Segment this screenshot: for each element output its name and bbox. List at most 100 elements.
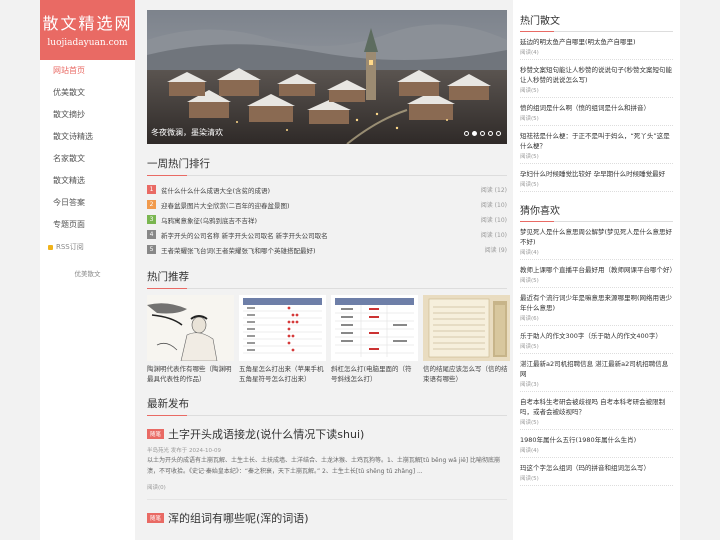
ranking-title[interactable]: 新字开头的公司名称 新字开头公司取名 新字开头公司取名 — [161, 230, 481, 240]
slider-dot[interactable] — [464, 131, 469, 136]
ranking-title[interactable]: 迎春盆景图片大全欣赏(二百年的迎春盆景图) — [161, 200, 481, 210]
post-item: 随笔 土字开头成语接龙(说什么情况下读shui) 半岛苑光 发布于 2024-1… — [147, 426, 507, 500]
ranking-item[interactable]: 3 乌鸦寓意象征(乌鸦到底吉不吉祥) 阅读 (10) — [147, 212, 507, 227]
list-item-reads: 阅读(5) — [520, 88, 539, 94]
star-symbols-table-image — [239, 295, 326, 361]
recommend-card[interactable]: 陶渊明代表作有哪些（陶渊明最具代表性的作品） — [147, 295, 234, 384]
recommend-card[interactable]: 信的结尾应该怎么写（信的结束语有哪些） — [423, 295, 510, 384]
card-thumbnail[interactable] — [331, 295, 418, 361]
list-item[interactable]: 1980年属什么五行(1980年属什么生肖) 阅读(4) — [520, 430, 673, 458]
card-title[interactable]: 五角星怎么打出来（苹果手机五角星符号怎么打出来） — [239, 364, 326, 384]
hot-articles-list: 延边的明太鱼产自哪里(明太鱼产自哪里) 阅读(4) 秒赞文案短句能让人秒赞的说说句… — [520, 32, 673, 192]
rank-number: 1 — [147, 185, 156, 194]
list-item-title[interactable]: 1980年属什么五行(1980年属什么生肖) — [520, 435, 673, 445]
list-item-title[interactable]: 愤的组词是什么啊（愤的组词是什么和拼音） — [520, 103, 673, 113]
list-item-title[interactable]: 玛这个字怎么组词（玛的拼音和组词怎么写） — [520, 463, 673, 473]
nav-item-home[interactable]: 网站首页 — [40, 60, 135, 82]
list-item-title[interactable]: 湛江最新a2司机招聘信息 湛江最新a2司机招聘信息网 — [520, 359, 673, 379]
site-logo[interactable]: 散文精选网 luojiadayuan.com — [40, 0, 135, 60]
slider-caption: 冬夜微澜，墨染清欢 — [151, 128, 223, 137]
nav-item-topics[interactable]: 专题页面 — [40, 214, 135, 236]
list-item-reads: 阅读(5) — [520, 278, 539, 284]
rank-number: 3 — [147, 215, 156, 224]
ranking-item[interactable]: 2 迎春盆景图片大全欣赏(二百年的迎春盆景图) 阅读 (10) — [147, 197, 507, 212]
sidebar-footer-link[interactable]: 优美散文 — [40, 268, 135, 278]
nav-item-selected-prose[interactable]: 散文精选 — [40, 170, 135, 192]
card-title[interactable]: 斜杠怎么打(电脑里面的（符号斜线怎么打） — [331, 364, 418, 384]
nav-item-excerpts[interactable]: 散文摘抄 — [40, 104, 135, 126]
ink-painting-image — [147, 295, 234, 361]
recommend-card[interactable]: 斜杠怎么打(电脑里面的（符号斜线怎么打） — [331, 295, 418, 384]
list-item[interactable]: 玛这个字怎么组词（玛的拼音和组词怎么写） 阅读(5) — [520, 458, 673, 486]
site-domain: luojiadayuan.com — [47, 38, 128, 48]
list-item-reads: 阅读(4) — [520, 50, 539, 56]
post-reads: 阅读(0) — [147, 483, 507, 500]
slider-dot[interactable] — [488, 131, 493, 136]
list-item-reads: 阅读(3) — [520, 382, 539, 388]
nav-item-today-answers[interactable]: 今日答案 — [40, 192, 135, 214]
list-item[interactable]: 延边的明太鱼产自哪里(明太鱼产自哪里) 阅读(4) — [520, 32, 673, 60]
list-item-title[interactable]: 梦见死人是什么意思周公解梦(梦见死人是什么意思好不好) — [520, 227, 673, 247]
list-item-reads: 阅读(5) — [520, 182, 539, 188]
post-title[interactable]: 浑的组词有哪些呢(浑的词语) — [168, 510, 309, 526]
list-item-title[interactable]: 教师上课哪个直播平台最好用（教师网课平台哪个好） — [520, 265, 676, 275]
list-item-title[interactable]: 最近有个流行词少年是嘛意思来源哪里啊(网络用语少年什么意思) — [520, 293, 673, 313]
post-category-tag[interactable]: 随笔 — [147, 513, 165, 523]
rss-link[interactable]: RSS订阅 — [40, 242, 135, 252]
hero-slider[interactable]: 冬夜微澜，墨染清欢 — [147, 10, 507, 144]
list-item[interactable]: 梦见死人是什么意思周公解梦(梦见死人是什么意思好不好) 阅读(4) — [520, 222, 673, 260]
hot-recommend-title: 热门推荐 — [147, 269, 507, 289]
slider-dot[interactable] — [480, 131, 485, 136]
nav-item-famous-prose[interactable]: 名家散文 — [40, 148, 135, 170]
list-item[interactable]: 最近有个流行词少年是嘛意思来源哪里啊(网络用语少年什么意思) 阅读(6) — [520, 288, 673, 326]
list-item-title[interactable]: 延边的明太鱼产自哪里(明太鱼产自哪里) — [520, 37, 673, 47]
list-item[interactable]: 短祛祛是什么梗：于正不是叫于妈么，“死丫头”这是什么梗？ 阅读(5) — [520, 126, 673, 164]
keyboard-symbols-table-image — [331, 295, 418, 361]
main-nav: 网站首页 优美散文 散文摘抄 散文诗精选 名家散文 散文精选 今日答案 专题页面 — [40, 60, 135, 236]
list-item[interactable]: 自考本科生考研会被歧视吗 自考本科考研会被限制吗，或者会被歧视吗？ 阅读(5) — [520, 392, 673, 430]
card-thumbnail[interactable] — [147, 295, 234, 361]
list-item-title[interactable]: 孕妇什么时候睡觉比较好 孕早期什么时候睡觉最好 — [520, 169, 673, 179]
weekly-ranking-list: 1 贫什么什么什么成语大全(含贫的成语) 阅读 (12) 2 迎春盆景图片大全欣… — [147, 182, 507, 257]
winter-town-image — [147, 10, 507, 144]
right-sidebar: 热门散文 延边的明太鱼产自哪里(明太鱼产自哪里) 阅读(4) 秒赞文案短句能让人秒… — [513, 0, 680, 540]
card-thumbnail[interactable] — [239, 295, 326, 361]
nav-item-beautiful-prose[interactable]: 优美散文 — [40, 82, 135, 104]
list-item[interactable]: 秒赞文案短句能让人秒赞的说说句子(秒赞文案短句能让人秒赞的说说怎么写) 阅读(5) — [520, 60, 673, 98]
list-item-title[interactable]: 秒赞文案短句能让人秒赞的说说句子(秒赞文案短句能让人秒赞的说说怎么写) — [520, 65, 673, 85]
list-item-title[interactable]: 乐于助人的作文300字（乐于助人的作文400字） — [520, 331, 673, 341]
list-item-title[interactable]: 自考本科生考研会被歧视吗 自考本科考研会被限制吗，或者会被歧视吗？ — [520, 397, 673, 417]
list-item[interactable]: 湛江最新a2司机招聘信息 湛江最新a2司机招聘信息网阅读(3) — [520, 354, 673, 392]
post-category-tag[interactable]: 随笔 — [147, 429, 165, 439]
left-sidebar: 散文精选网 luojiadayuan.com 网站首页 优美散文 散文摘抄 散文… — [40, 0, 135, 540]
main-content: 冬夜微澜，墨染清欢 一周热门排行 1 贫什么什么什么成语大全(含贫的成语) 阅读… — [147, 10, 510, 526]
ranking-item[interactable]: 1 贫什么什么什么成语大全(含贫的成语) 阅读 (12) — [147, 182, 507, 197]
guess-you-like-title: 猜你喜欢 — [520, 202, 673, 222]
card-title[interactable]: 陶渊明代表作有哪些（陶渊明最具代表性的作品） — [147, 364, 234, 384]
card-thumbnail[interactable] — [423, 295, 510, 361]
recommend-card[interactable]: 五角星怎么打出来（苹果手机五角星符号怎么打出来） — [239, 295, 326, 384]
list-item[interactable]: 乐于助人的作文300字（乐于助人的作文400字） 阅读(5) — [520, 326, 673, 354]
slider-dots — [464, 131, 501, 136]
card-title[interactable]: 信的结尾应该怎么写（信的结束语有哪些） — [423, 364, 510, 384]
ranking-reads: 阅读 (9) — [484, 247, 507, 254]
list-item[interactable]: 教师上课哪个直播平台最好用（教师网课平台哪个好） 阅读(5) — [520, 260, 676, 288]
ranking-item[interactable]: 5 王者荣耀张飞台词(王者荣耀张飞和哪个英雄搭配最好) 阅读 (9) — [147, 242, 507, 257]
list-item-reads: 阅读(5) — [520, 154, 539, 160]
ranking-reads: 阅读 (10) — [480, 202, 507, 209]
list-item[interactable]: 愤的组词是什么啊（愤的组词是什么和拼音） 阅读(5) — [520, 98, 673, 126]
list-item-reads: 阅读(5) — [520, 420, 539, 426]
list-item-reads: 阅读(4) — [520, 448, 539, 454]
ranking-item[interactable]: 4 新字开头的公司名称 新字开头公司取名 新字开头公司取名 阅读 (10) — [147, 227, 507, 242]
nav-item-prose-poetry[interactable]: 散文诗精选 — [40, 126, 135, 148]
hot-recommend-cards: 陶渊明代表作有哪些（陶渊明最具代表性的作品） 五角星怎么打出来（苹果手机五角星符… — [147, 295, 510, 384]
list-item[interactable]: 孕妇什么时候睡觉比较好 孕早期什么时候睡觉最好阅读(5) — [520, 164, 673, 192]
ranking-title[interactable]: 王者荣耀张飞台词(王者荣耀张飞和哪个英雄搭配最好) — [161, 245, 485, 255]
list-item-title[interactable]: 短祛祛是什么梗：于正不是叫于妈么，“死丫头”这是什么梗？ — [520, 131, 673, 151]
ranking-title[interactable]: 贫什么什么什么成语大全(含贫的成语) — [161, 185, 481, 195]
rss-icon — [48, 244, 53, 250]
slider-dot-active[interactable] — [472, 131, 477, 136]
ranking-title[interactable]: 乌鸦寓意象征(乌鸦到底吉不吉祥) — [161, 215, 481, 225]
post-title[interactable]: 土字开头成语接龙(说什么情况下读shui) — [168, 426, 364, 442]
slider-dot[interactable] — [496, 131, 501, 136]
